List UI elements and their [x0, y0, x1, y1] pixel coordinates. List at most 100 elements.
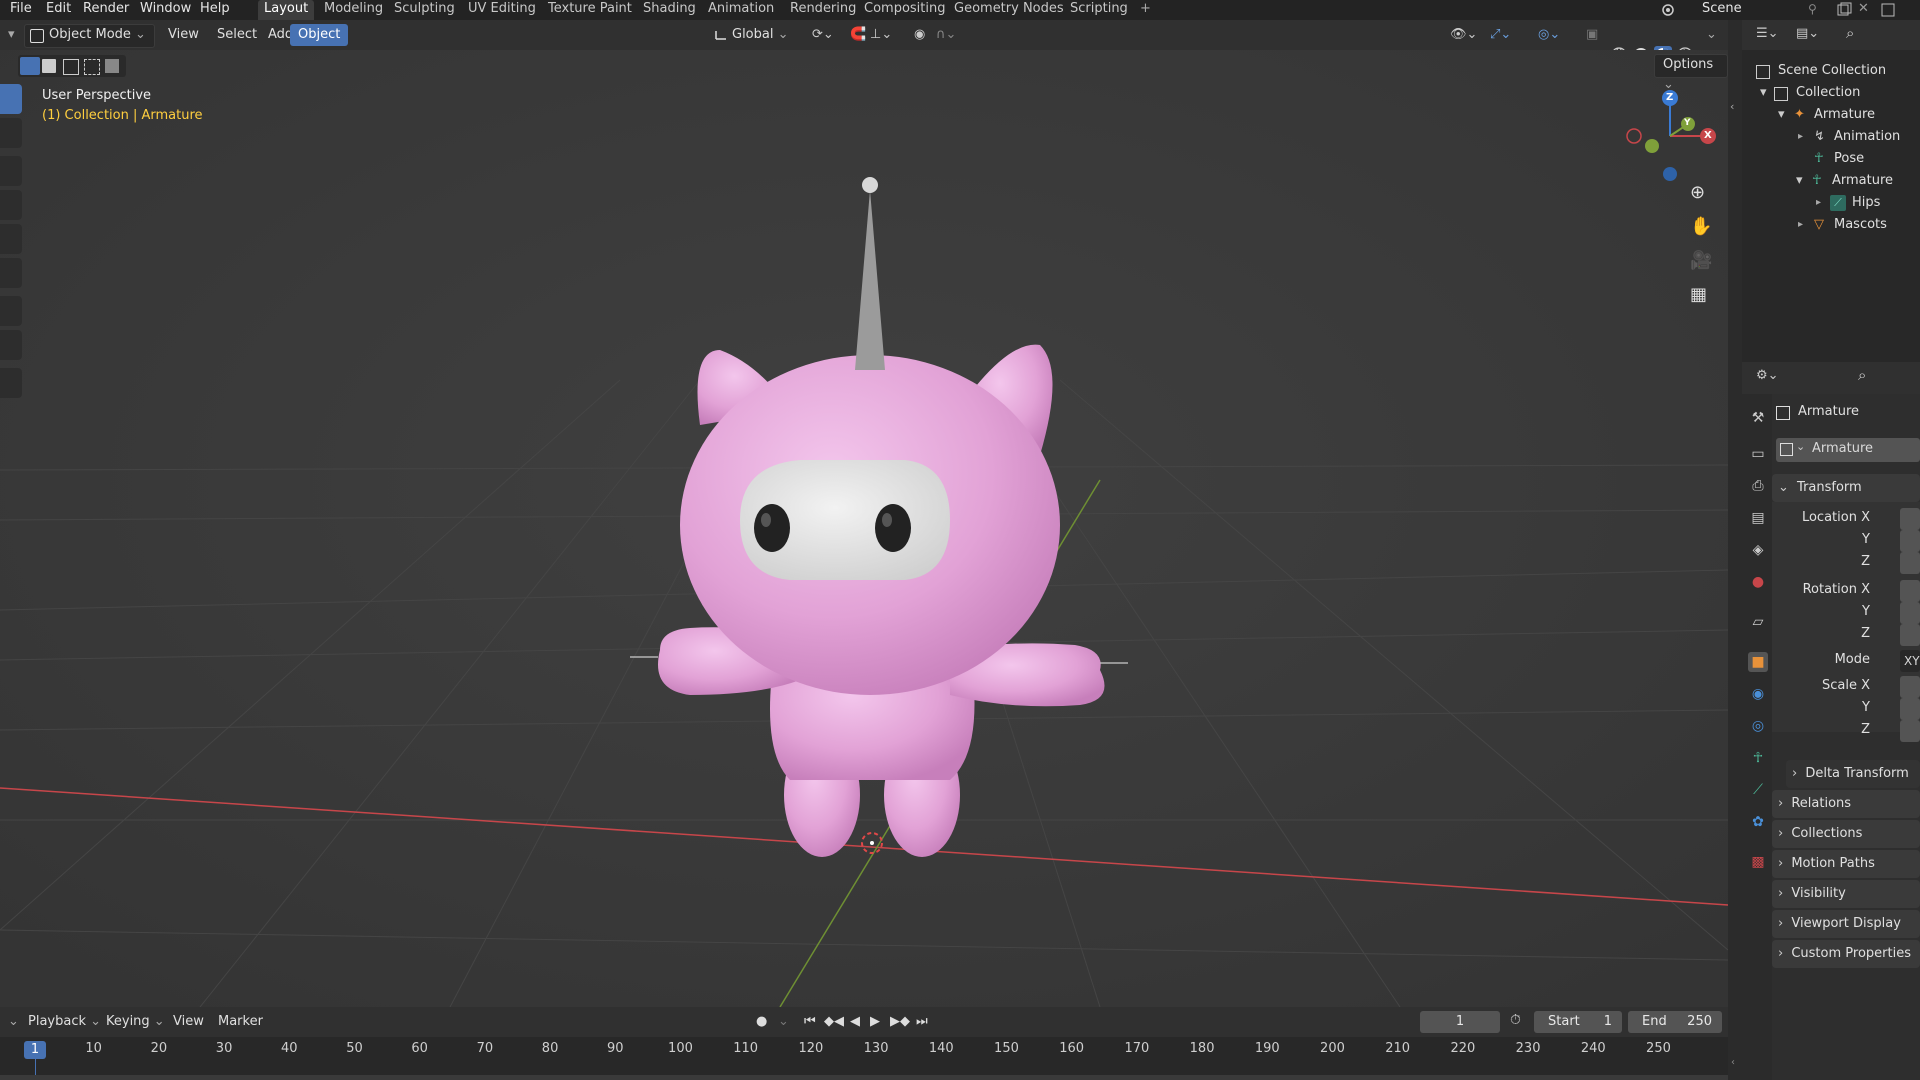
clock-icon[interactable]: ⏱: [1510, 1012, 1521, 1028]
gizmo-toggle-icon[interactable]: ⤢⌄: [1482, 24, 1519, 46]
scene-name[interactable]: Scene: [1702, 0, 1742, 20]
render-tab-icon[interactable]: ▭: [1748, 444, 1768, 464]
select-new-icon[interactable]: [20, 57, 40, 75]
delete-scene-icon[interactable]: ✕: [1858, 1, 1869, 16]
transform-orientation-dropdown[interactable]: Global ⌄: [710, 24, 797, 46]
shading-options-icon[interactable]: ⌄: [1698, 24, 1725, 46]
location-x-field[interactable]: [1900, 508, 1920, 530]
collection-tab-icon[interactable]: ▱: [1748, 612, 1768, 632]
pan-hand-icon[interactable]: ✋: [1690, 216, 1712, 237]
mode-dropdown[interactable]: Object Mode ⌄: [24, 24, 155, 48]
expand-arrow-icon[interactable]: ▾: [1796, 170, 1803, 192]
cursor-tool-icon[interactable]: [0, 118, 22, 148]
pivot-point-icon[interactable]: ⟳⌄: [804, 24, 842, 46]
transform-tool-icon[interactable]: [0, 258, 22, 288]
outliner-item-mascots[interactable]: ▸ ▽ Mascots: [1742, 214, 1920, 236]
tab-animation[interactable]: Animation: [702, 0, 780, 20]
tab-sculpting[interactable]: Sculpting: [388, 0, 461, 20]
tab-scripting[interactable]: Scripting: [1064, 0, 1134, 20]
outliner-item-animation[interactable]: ▸ ↯ Animation: [1742, 126, 1920, 148]
scale-x-field[interactable]: [1900, 676, 1920, 698]
expand-arrow-icon[interactable]: ▾: [1778, 104, 1785, 126]
timeline-ruler[interactable]: 1 10 20 30 40 50 60 70 80 90 100 110 120 130 140 150 16…: [0, 1037, 1728, 1080]
move-tool-icon[interactable]: [0, 156, 22, 186]
rotate-tool-icon[interactable]: [0, 190, 22, 220]
select-subtract-icon[interactable]: [63, 59, 79, 75]
select-box-tool-icon[interactable]: [0, 84, 22, 114]
select-extend-icon[interactable]: [42, 59, 56, 73]
tab-geometry-nodes[interactable]: Geometry Nodes: [948, 0, 1070, 20]
properties-editor-type-icon[interactable]: ⚙⌄: [1756, 368, 1779, 383]
menu-window[interactable]: Window: [140, 0, 191, 20]
scene-tab-icon[interactable]: ◈: [1748, 540, 1768, 560]
keying-set-icon[interactable]: ⌄: [770, 1011, 797, 1033]
location-z-field[interactable]: [1900, 552, 1920, 574]
pin-icon[interactable]: ⚲: [1808, 2, 1824, 18]
outliner-filter-icon[interactable]: ▤⌄: [1796, 26, 1819, 41]
tab-uv-editing[interactable]: UV Editing: [462, 0, 542, 20]
collections-panel-header[interactable]: › Collections: [1772, 820, 1920, 848]
measure-tool-icon[interactable]: [0, 330, 22, 360]
overlay-toggle-icon[interactable]: ◎⌄: [1530, 24, 1568, 46]
view-layer-tab-icon[interactable]: ▤: [1748, 508, 1768, 528]
physics-tab-icon[interactable]: ◎: [1748, 716, 1768, 736]
sidebar-toggle-icon[interactable]: ‹: [1730, 100, 1734, 113]
marker-menu[interactable]: Marker: [210, 1011, 271, 1033]
world-tab-icon[interactable]: ●: [1748, 572, 1768, 592]
expand-arrow-icon[interactable]: ▸: [1816, 192, 1821, 214]
select-intersect-icon[interactable]: [105, 59, 119, 73]
camera-view-icon[interactable]: 🎥: [1690, 250, 1712, 271]
select-invert-icon[interactable]: [84, 59, 100, 75]
bone-tab-icon[interactable]: ⟋: [1748, 780, 1768, 800]
add-workspace-icon[interactable]: +: [1134, 0, 1157, 20]
options-dropdown[interactable]: Options ⌄: [1654, 54, 1728, 92]
tab-compositing[interactable]: Compositing: [858, 0, 952, 20]
view-menu[interactable]: View: [160, 24, 207, 46]
motion-paths-panel-header[interactable]: › Motion Paths: [1772, 850, 1920, 878]
scale-z-field[interactable]: [1900, 720, 1920, 742]
start-frame-field[interactable]: Start 1: [1534, 1011, 1622, 1033]
keying-menu[interactable]: Keying ⌄: [98, 1011, 173, 1033]
object-menu[interactable]: Object: [290, 24, 349, 46]
tool-tab-icon[interactable]: ⚒: [1748, 408, 1768, 428]
tab-shading[interactable]: Shading: [637, 0, 702, 20]
menu-help[interactable]: Help: [200, 0, 230, 20]
output-tab-icon[interactable]: ⎙: [1748, 476, 1768, 496]
menu-render[interactable]: Render: [83, 0, 129, 20]
modifier-tab-icon[interactable]: ◉: [1748, 684, 1768, 704]
tab-rendering[interactable]: Rendering: [784, 0, 862, 20]
object-tab-icon[interactable]: ■: [1748, 652, 1768, 672]
expand-arrow-icon[interactable]: ▾: [1760, 82, 1767, 104]
xray-icon[interactable]: ▣: [1578, 24, 1606, 46]
outliner-item-scene-collection[interactable]: Scene Collection: [1742, 60, 1920, 82]
tab-layout[interactable]: Layout: [258, 0, 315, 20]
scale-y-field[interactable]: [1900, 698, 1920, 720]
expand-arrow-icon[interactable]: ▸: [1798, 126, 1803, 148]
search-icon[interactable]: ⌕: [1858, 366, 1866, 384]
jump-end-icon[interactable]: ⏭: [908, 1011, 936, 1033]
zoom-icon[interactable]: ⊕: [1690, 182, 1705, 203]
rotation-mode-dropdown[interactable]: XY: [1900, 650, 1920, 672]
outliner-item-armature-object[interactable]: ▾ ✦ Armature: [1742, 104, 1920, 126]
select-menu[interactable]: Select: [209, 24, 265, 46]
custom-properties-panel-header[interactable]: › Custom Properties: [1772, 940, 1920, 968]
rotation-y-field[interactable]: [1900, 602, 1920, 624]
snap-target-icon[interactable]: ⊥⌄: [862, 24, 900, 46]
rotation-z-field[interactable]: [1900, 624, 1920, 646]
expand-arrow-icon[interactable]: ▸: [1798, 214, 1803, 236]
visibility-icon[interactable]: 👁⌄: [1442, 24, 1485, 46]
outliner-item-hips[interactable]: ▸ ⟋ Hips: [1742, 192, 1920, 214]
outliner-item-armature-data[interactable]: ▾ ☥ Armature: [1742, 170, 1920, 192]
scene-selector-icon[interactable]: [1660, 2, 1680, 18]
new-scene-icon[interactable]: [1836, 2, 1852, 18]
transform-panel-header[interactable]: ⌄ Transform: [1772, 474, 1920, 502]
delta-transform-panel-header[interactable]: › Delta Transform: [1786, 760, 1920, 788]
visibility-panel-header[interactable]: › Visibility: [1772, 880, 1920, 908]
outliner-item-collection[interactable]: ▾ Collection: [1742, 82, 1920, 104]
add-cube-tool-icon[interactable]: [0, 368, 22, 398]
editor-type-icon[interactable]: ▾: [0, 24, 23, 46]
playhead[interactable]: 1: [24, 1041, 46, 1059]
relations-panel-header[interactable]: › Relations: [1772, 790, 1920, 818]
location-y-field[interactable]: [1900, 530, 1920, 552]
end-frame-field[interactable]: End 250: [1628, 1011, 1722, 1033]
